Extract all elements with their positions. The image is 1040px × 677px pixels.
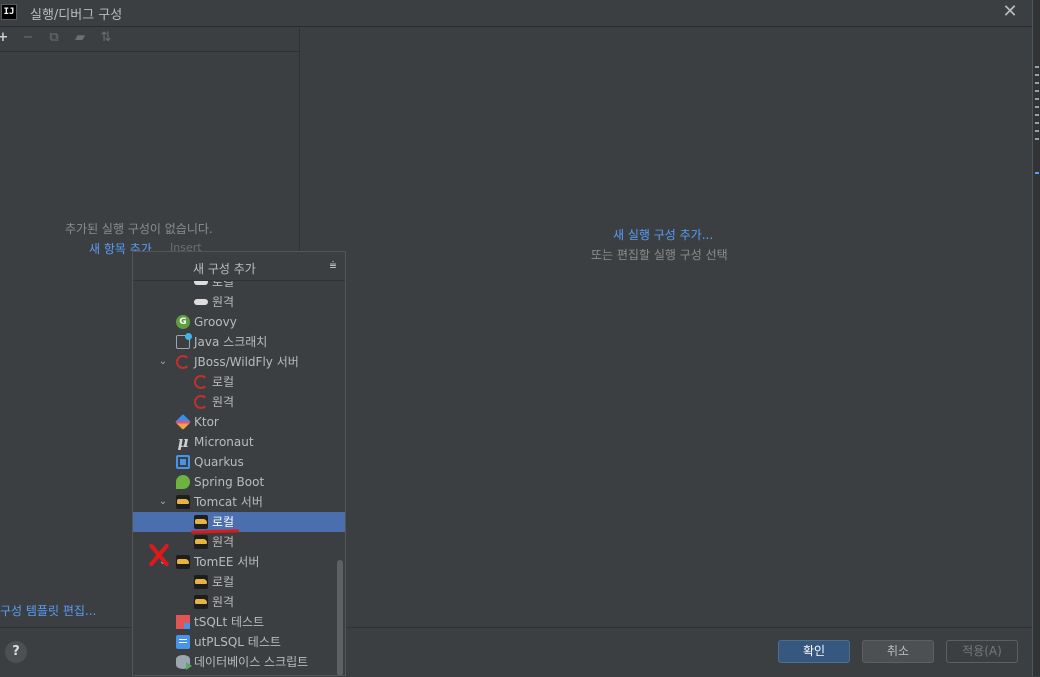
- remove-icon[interactable]: −: [20, 30, 36, 46]
- list-item[interactable]: G Groovy: [133, 312, 345, 332]
- chevron-down-icon[interactable]: ⌄: [157, 352, 169, 372]
- jboss-icon: [176, 355, 190, 369]
- add-icon[interactable]: +: [0, 30, 11, 46]
- tomee-icon: [194, 575, 208, 589]
- collapse-pin-icon[interactable]: ⩧: [327, 258, 339, 272]
- tomcat-icon: [194, 535, 208, 549]
- tomee-icon: [176, 555, 190, 569]
- add-new-configuration-popup: 로컬 원격 G Groovy Java 스크래치 ⌄ JBoss/WildFly…: [132, 251, 346, 676]
- move-to-folder-icon[interactable]: ▰: [72, 30, 88, 46]
- jboss-icon: [194, 395, 208, 409]
- cancel-button[interactable]: 취소: [862, 640, 934, 663]
- list-item[interactable]: Quarkus: [133, 452, 345, 472]
- add-new-run-config-link[interactable]: 새 실행 구성 추가...: [613, 226, 713, 243]
- list-item[interactable]: tSQLt 테스트: [133, 612, 345, 632]
- list-item[interactable]: 원격: [133, 592, 345, 612]
- intellij-app-icon: IJ: [1, 4, 17, 20]
- popup-title: 새 구성 추가: [193, 262, 256, 276]
- tsqlt-icon: [176, 615, 190, 629]
- database-script-icon: [176, 655, 192, 670]
- list-item[interactable]: ⌄ Tomcat 서버: [133, 492, 345, 512]
- list-item[interactable]: utPLSQL 테스트: [133, 632, 345, 652]
- dialog-title: 실행/디버그 구성: [30, 8, 123, 23]
- tomcat-icon: [194, 515, 208, 529]
- list-item[interactable]: 원격: [133, 392, 345, 412]
- list-item[interactable]: μ Micronaut: [133, 432, 345, 452]
- config-toolbar: + − ⧉ ▰ ⇅: [0, 27, 299, 52]
- help-icon[interactable]: ?: [5, 641, 27, 663]
- spring-boot-icon: [176, 475, 190, 489]
- list-item[interactable]: Java 스크래치: [133, 332, 345, 352]
- copy-icon[interactable]: ⧉: [46, 30, 62, 46]
- list-item[interactable]: Spring Boot: [133, 472, 345, 492]
- cloud-icon: [194, 295, 208, 309]
- sort-icon[interactable]: ⇅: [98, 30, 114, 46]
- list-item[interactable]: 원격: [133, 292, 345, 312]
- utplsql-icon: [176, 635, 190, 649]
- empty-config-message: 추가된 실행 구성이 없습니다.: [65, 222, 213, 236]
- popup-header: 새 구성 추가 ⩧: [133, 252, 345, 281]
- jboss-icon: [194, 375, 208, 389]
- list-item-selected[interactable]: 로컬: [133, 512, 345, 532]
- red-x-mark-annotation: [146, 541, 172, 569]
- list-item[interactable]: ⌄ JBoss/WildFly 서버: [133, 352, 345, 372]
- list-item[interactable]: 로컬: [133, 372, 345, 392]
- micronaut-icon: μ: [177, 433, 189, 451]
- tomcat-icon: [176, 495, 190, 509]
- java-scratch-icon: [176, 333, 192, 349]
- quarkus-icon: [176, 455, 190, 469]
- apply-button[interactable]: 적용(A): [946, 640, 1018, 663]
- configuration-type-list: 로컬 원격 G Groovy Java 스크래치 ⌄ JBoss/WildFly…: [133, 274, 345, 674]
- chevron-down-icon[interactable]: ⌄: [157, 492, 169, 512]
- groovy-icon: G: [176, 315, 190, 329]
- close-icon[interactable]: ✕: [1000, 1, 1020, 23]
- edit-templates-link[interactable]: 구성 템플릿 편집...: [0, 602, 96, 619]
- select-config-hint: 또는 편집할 실행 구성 선택: [591, 248, 728, 262]
- popup-scrollbar[interactable]: [337, 560, 343, 675]
- list-item[interactable]: 데이터베이스 스크립트: [133, 652, 345, 672]
- tomee-icon: [194, 595, 208, 609]
- ktor-icon: [175, 414, 191, 430]
- background-window-edge: [1032, 0, 1040, 676]
- title-bar: IJ 실행/디버그 구성 ✕: [0, 0, 1032, 27]
- ok-button[interactable]: 확인: [778, 640, 850, 663]
- list-item[interactable]: 로컬: [133, 572, 345, 592]
- list-item[interactable]: Ktor: [133, 412, 345, 432]
